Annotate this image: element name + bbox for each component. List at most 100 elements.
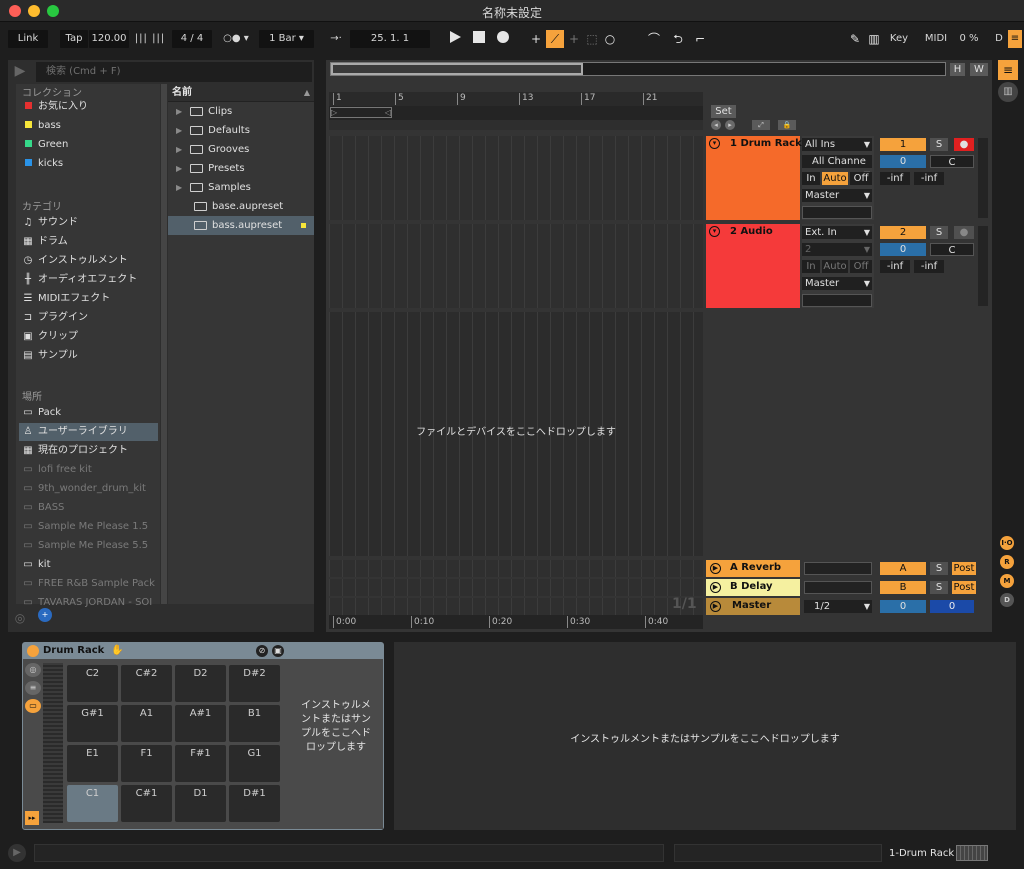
loop-region[interactable]: ▷ ◁ [330,107,392,118]
device-chooser-icon[interactable] [956,845,988,861]
return-b-play-icon[interactable]: ▶ [710,582,721,593]
place-item[interactable]: ▭ lofi free kit [22,461,158,479]
io-toggle[interactable]: I·O [1000,536,1014,550]
show-macros-icon[interactable]: ◎ [25,663,41,677]
return-b-solo[interactable]: S [930,581,948,594]
drum-pad[interactable]: G1 [229,745,280,782]
master-output[interactable]: 1/2 ▼ [804,600,872,613]
track-1-channel[interactable]: All Channe▼ [802,155,872,179]
tap-button[interactable]: Tap [60,30,88,48]
category-item[interactable]: ▤ サンプル [22,347,158,365]
return-lane-a[interactable] [329,560,703,577]
monitor-off-button[interactable]: Off [850,172,872,185]
category-item[interactable]: ◷ インストゥルメント [22,252,158,270]
place-item[interactable]: ▭ Pack [22,404,158,422]
return-a-activator[interactable]: A [880,562,926,575]
stop-icon[interactable] [468,30,490,48]
drum-pad[interactable]: C#1 [121,785,172,822]
drum-pad[interactable]: A1 [121,705,172,742]
drum-pad[interactable]: C2 [67,665,118,702]
collection-item[interactable]: Green [22,136,158,154]
loop-brace[interactable]: ▷ ◁ [329,106,703,120]
category-item[interactable]: ╫ オーディオエフェクト [22,271,158,289]
return-b-slot[interactable] [804,581,872,594]
signature-field[interactable]: 4 / 4 [172,30,212,48]
return-b-post[interactable]: Post [952,581,976,594]
track-1-activator[interactable]: 1 [880,138,926,151]
track-2-channel[interactable]: 2 ▼ [802,243,872,256]
track-lane-2[interactable] [329,224,703,308]
pad-overview[interactable] [43,663,63,823]
device-title-bar[interactable]: Drum Rack ✋ ⊘ ▣ [23,643,383,659]
file-item[interactable]: ▶ Clips [168,102,314,121]
track-2-solo[interactable]: S [930,226,948,239]
drum-pad[interactable]: D1 [175,785,226,822]
name-column-header[interactable]: 名前 ▲ [168,84,314,102]
detail-toggle-icon[interactable]: ▶ [8,844,26,862]
category-item[interactable]: ▣ クリップ [22,328,158,346]
drum-pad[interactable]: D#2 [229,665,280,702]
mixer-toggle-icon[interactable]: ▥ [998,82,1018,102]
mixer-toggle[interactable]: M [1000,574,1014,588]
track-1-pan[interactable]: C [930,155,974,168]
master-volume[interactable]: 0 [880,600,926,613]
monitor-auto-button[interactable]: Auto [822,260,848,273]
monitor-in-button[interactable]: In [802,172,820,185]
set-locator-button[interactable]: Set [711,105,736,118]
file-item[interactable]: ▶ Defaults [168,121,314,140]
track-1-input[interactable]: All Ins ▼ [802,138,872,151]
beat-ruler[interactable]: 1 5 9 13 17 21 [329,92,703,106]
track-1-output[interactable]: Master ▼ [802,189,872,202]
automation-arm-icon[interactable]: ⟋ [546,30,564,48]
monitor-auto-button[interactable]: Auto [822,172,848,185]
place-item[interactable]: ▭ kit [22,556,158,574]
return-a-slot[interactable] [804,562,872,575]
category-item[interactable]: ⊐ プラグイン [22,309,158,327]
track-2-activator[interactable]: 2 [880,226,926,239]
drum-pad[interactable]: D#1 [229,785,280,822]
menu-list-icon[interactable]: ≡ [998,60,1018,80]
monitor-off-button[interactable]: Off [850,260,872,273]
capture-icon[interactable]: ⬚ [584,30,600,48]
hide-button[interactable]: H [950,63,965,76]
collection-item[interactable]: bass [22,117,158,135]
quantize-dropdown[interactable]: 1 Bar ▾ [259,30,314,48]
device-expand-icon[interactable]: ▸▸ [25,811,39,825]
category-item[interactable]: ▦ ドラム [22,233,158,251]
expand-arrow-icon[interactable]: ▶ [176,145,182,154]
expand-arrow-icon[interactable]: ▶ [176,107,182,116]
metronome-icon[interactable]: ○● ▾ [218,30,254,48]
track-lane-1[interactable] [329,136,703,220]
return-a-solo[interactable]: S [930,562,948,575]
master-cue[interactable]: 0 [930,600,974,613]
drum-pad[interactable]: B1 [229,705,280,742]
drum-pad[interactable]: G#1 [67,705,118,742]
master-lane[interactable] [329,598,703,615]
punch-out-icon[interactable]: ⌐ [689,30,711,48]
track-2-output[interactable]: Master ▼ [802,277,872,290]
drum-pad[interactable]: C1 [67,785,118,822]
punch-in-icon[interactable]: ⌒ [643,30,665,48]
zoom-fit-icon[interactable]: ⤢ [752,120,770,130]
lock-icon[interactable]: 🔒 [778,120,796,130]
place-item[interactable]: ▭ BASS [22,499,158,517]
session-record-icon[interactable]: ○ [602,30,618,48]
re-enable-icon[interactable]: + [566,30,582,48]
loop-icon[interactable]: ⮌ [667,30,689,48]
place-item[interactable]: ▦ 現在のプロジェクト [22,442,158,460]
track-1-arm-icon[interactable]: ● [954,138,974,151]
master-play-icon[interactable]: ▶ [710,601,721,612]
category-item[interactable]: ☰ MIDIエフェクト [22,290,158,308]
device-power-icon[interactable] [27,645,39,657]
track-1-sub-output[interactable] [802,206,872,219]
show-pads-icon[interactable]: ▭ [25,699,41,713]
track-2-input[interactable]: Ext. In ▼ [802,226,872,239]
drum-pad[interactable]: E1 [67,745,118,782]
device-save-icon[interactable]: ⊘ [256,645,268,657]
file-item[interactable]: base.aupreset [168,197,314,216]
return-a-post[interactable]: Post [952,562,976,575]
key-map-button[interactable]: Key [886,30,912,48]
overdub-icon[interactable]: + [528,30,544,48]
place-item[interactable]: ▭ FREE R&B Sample Pack [22,575,158,593]
sidebar-scrollbar[interactable] [161,84,167,604]
